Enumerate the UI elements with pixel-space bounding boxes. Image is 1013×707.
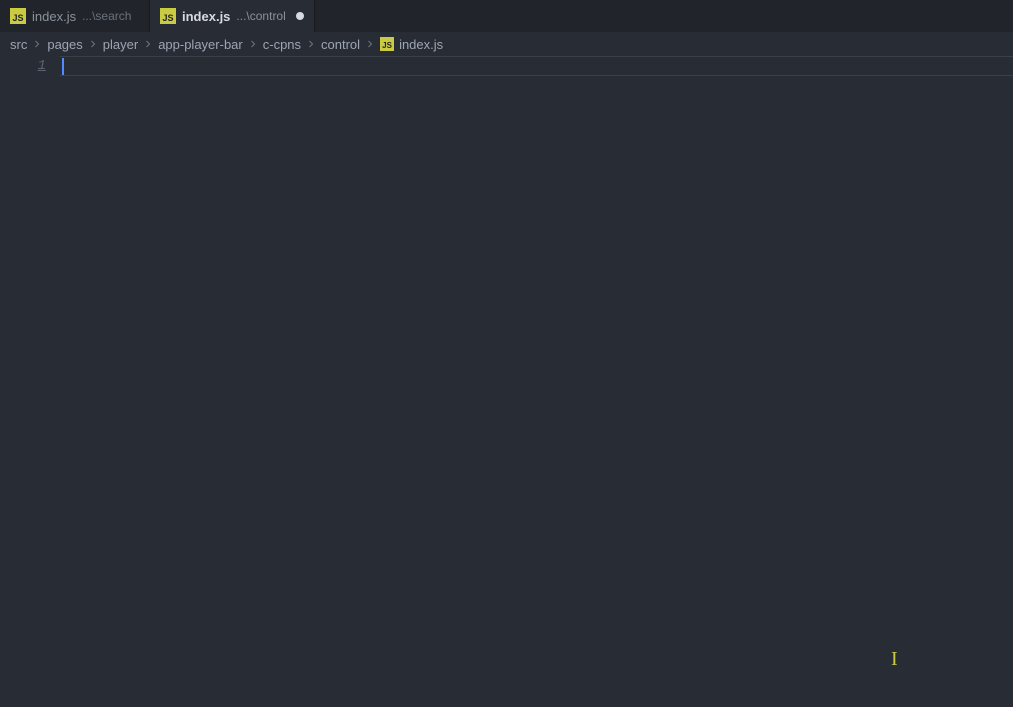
editor-tab-control[interactable]: JS index.js ...\control — [150, 0, 315, 32]
tab-label: index.js — [32, 9, 76, 24]
chevron-right-icon — [31, 38, 43, 50]
editor-tab-search[interactable]: JS index.js ...\search — [0, 0, 150, 32]
js-file-icon: JS — [160, 8, 176, 24]
chevron-right-icon — [142, 38, 154, 50]
js-file-icon: JS — [10, 8, 26, 24]
tab-path: ...\control — [236, 9, 285, 23]
breadcrumb-segment[interactable]: pages — [47, 37, 82, 52]
chevron-right-icon — [364, 38, 376, 50]
tab-path: ...\search — [82, 9, 131, 23]
line-number: 1 — [0, 58, 46, 74]
chevron-right-icon — [247, 38, 259, 50]
tab-bar: JS index.js ...\search JS index.js ...\c… — [0, 0, 1013, 32]
code-text-area[interactable] — [60, 56, 1013, 707]
breadcrumb-segment[interactable]: control — [321, 37, 360, 52]
chevron-right-icon — [305, 38, 317, 50]
breadcrumb-file-name: index.js — [399, 37, 443, 52]
text-cursor — [62, 58, 64, 75]
breadcrumbs: src pages player app-player-bar c-cpns c… — [0, 32, 1013, 56]
line-number-gutter: 1 — [0, 56, 60, 707]
unsaved-indicator-icon — [296, 12, 304, 20]
breadcrumb-file[interactable]: JS index.js — [380, 37, 443, 52]
breadcrumb-segment[interactable]: app-player-bar — [158, 37, 243, 52]
code-editor[interactable]: 1 — [0, 56, 1013, 707]
chevron-right-icon — [87, 38, 99, 50]
breadcrumb-segment[interactable]: src — [10, 37, 27, 52]
current-line-highlight — [60, 56, 1013, 76]
tab-label: index.js — [182, 9, 230, 24]
breadcrumb-segment[interactable]: player — [103, 37, 138, 52]
js-file-icon: JS — [380, 37, 394, 51]
breadcrumb-segment[interactable]: c-cpns — [263, 37, 301, 52]
